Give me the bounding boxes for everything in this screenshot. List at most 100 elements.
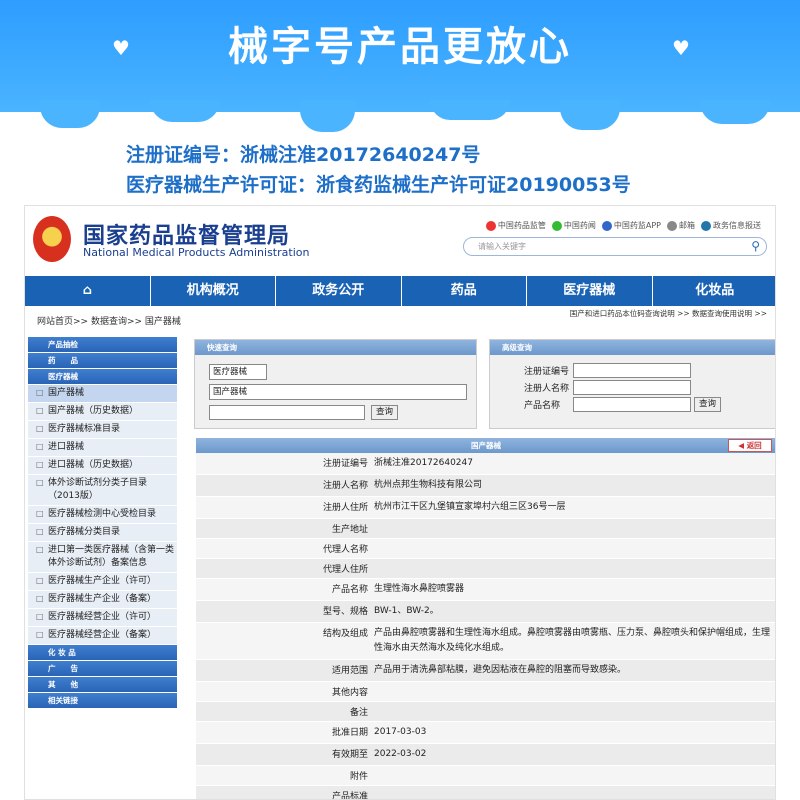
- field-value: 杭州点邦生物科技有限公司: [374, 480, 483, 490]
- sidebar-item[interactable]: 医疗器械经营企业（备案）: [28, 627, 177, 645]
- field-key: 注册证编号: [322, 459, 368, 469]
- sidebar-section[interactable]: 医疗器械: [28, 369, 177, 384]
- query-button[interactable]: 查询: [371, 405, 399, 420]
- keyword-input[interactable]: [209, 405, 365, 420]
- product-name-input[interactable]: [573, 397, 691, 412]
- field-key: 其他内容: [331, 688, 368, 698]
- nav-item[interactable]: 机构概况: [151, 276, 276, 306]
- field-label: 注册证编号: [524, 367, 570, 377]
- field-label: 产品名称: [524, 401, 561, 411]
- table-row: 代理人名称: [196, 539, 775, 559]
- field-value: [370, 682, 775, 701]
- detail-table: 国产器械 ◀ 返回 注册证编号 浙械注准20172640247 注册人名称 杭州点邦生物…: [196, 438, 775, 800]
- field-key: 代理人住所: [322, 565, 368, 575]
- field-value: [370, 702, 775, 721]
- top-link[interactable]: 中国药闻: [551, 220, 596, 231]
- field-key: 代理人名称: [322, 545, 368, 555]
- table-row: 备注: [196, 702, 775, 722]
- sidebar-item[interactable]: 国产器械（历史数据）: [28, 403, 177, 421]
- table-row: 型号、规格 BW-1、BW-2。: [196, 601, 775, 623]
- sidebar-section[interactable]: 药 品: [28, 353, 177, 368]
- sidebar-section[interactable]: 产品抽检: [28, 337, 177, 352]
- field-value: [370, 786, 775, 799]
- site-header: ★ 国家药品监督管理局 National Medical Products Ad…: [25, 206, 775, 276]
- sidebar-item[interactable]: 国产器械: [28, 385, 177, 403]
- field-value: 产品用于清洗鼻部粘膜，避免因粘液在鼻腔的阻塞而导致感染。: [374, 665, 627, 675]
- nav-item[interactable]: 医疗器械: [527, 276, 653, 306]
- top-link[interactable]: 中国药监APP: [601, 220, 661, 231]
- field-key: 附件: [349, 772, 368, 782]
- table-row: 有效期至 2022-03-02: [196, 744, 775, 766]
- registrant-input[interactable]: [573, 380, 691, 395]
- sidebar-item[interactable]: 医疗器械生产企业（备案）: [28, 591, 177, 609]
- quick-search-panel: 快速查询 医疗器械 国产器械 查询: [194, 339, 477, 429]
- sidebar-item[interactable]: 医疗器械生产企业（许可）: [28, 573, 177, 591]
- field-value: [370, 519, 775, 538]
- sidebar-item[interactable]: 医疗器械经营企业（许可）: [28, 609, 177, 627]
- breadcrumb[interactable]: 网站首页>> 数据查询>> 国产器械: [37, 314, 181, 327]
- table-row: 注册证编号 浙械注准20172640247: [196, 453, 775, 475]
- sidebar-item[interactable]: 进口器械（历史数据）: [28, 457, 177, 475]
- sidebar-item[interactable]: 进口第一类医疗器械（含第一类体外诊断试剂）备案信息: [28, 542, 177, 573]
- sidebar-item[interactable]: 医疗器械分类目录: [28, 524, 177, 542]
- field-value: 2022-03-02: [374, 749, 427, 759]
- sidebar-section[interactable]: 化 妆 品: [28, 645, 177, 660]
- registration-number: 注册证编号：浙械注准20172640247号: [126, 144, 481, 166]
- help-links[interactable]: 国产和进口药品本位码查询说明 >> 数据查询使用说明 >>: [570, 308, 767, 319]
- top-link[interactable]: 中国药品监管: [485, 220, 546, 231]
- field-key: 生产地址: [331, 525, 368, 535]
- advanced-search-panel: 高级查询 注册证编号 注册人名称 产品名称 查询: [489, 339, 775, 429]
- field-key: 有效期至: [331, 750, 368, 760]
- sidebar: 产品抽检药 品医疗器械国产器械国产器械（历史数据）医疗器械标准目录进口器械进口器…: [28, 337, 177, 732]
- sidebar-item[interactable]: 体外诊断试剂分类子目录（2013版）: [28, 475, 177, 506]
- table-row: 适用范围 产品用于清洗鼻部粘膜，避免因粘液在鼻腔的阻塞而导致感染。: [196, 660, 775, 682]
- table-row: 附件: [196, 766, 775, 786]
- query-button[interactable]: 查询: [694, 397, 722, 412]
- nav-item[interactable]: 药品: [402, 276, 527, 306]
- sidebar-item[interactable]: 进口器械: [28, 439, 177, 457]
- production-license: 医疗器械生产许可证：浙食药监械生产许可证20190053号: [126, 174, 631, 196]
- banner-title: 械字号产品更放心: [228, 24, 572, 70]
- top-link[interactable]: 政务信息报送: [701, 220, 761, 231]
- field-key: 产品标准: [331, 792, 368, 800]
- table-row: 产品标准: [196, 786, 775, 800]
- field-value: [370, 539, 775, 558]
- field-value: 杭州市江干区九堡镇宣家埠村六组三区36号一层: [374, 502, 566, 512]
- field-value: [370, 766, 775, 785]
- back-button[interactable]: ◀ 返回: [728, 439, 772, 452]
- search-icon[interactable]: ⚲: [751, 239, 760, 253]
- table-row: 结构及组成 产品由鼻腔喷雾器和生理性海水组成。鼻腔喷雾器由喷雾瓶、压力泵、鼻腔喷头…: [196, 623, 775, 660]
- detail-header: 国产器械 ◀ 返回: [196, 438, 775, 453]
- promo-banner: ♥ ♥ 械字号产品更放心 注册证编号：浙械注准20172640247号 医疗器械…: [0, 0, 800, 200]
- sidebar-item[interactable]: 医疗器械检测中心受检目录: [28, 506, 177, 524]
- nav-item[interactable]: 化妆品: [653, 276, 776, 306]
- table-row: 代理人住所: [196, 559, 775, 579]
- field-key: 结构及组成: [322, 629, 368, 639]
- field-key: 适用范围: [331, 666, 368, 676]
- table-row: 注册人名称 杭州点邦生物科技有限公司: [196, 475, 775, 497]
- category-select[interactable]: 医疗器械: [209, 364, 267, 380]
- search-input[interactable]: 请输入关键字 ⚲: [463, 237, 767, 256]
- nav-home[interactable]: ⌂: [25, 276, 151, 306]
- panel-title: 快速查询: [195, 340, 476, 355]
- field-key: 注册人住所: [322, 503, 368, 513]
- reg-no-input[interactable]: [573, 363, 691, 378]
- sidebar-section[interactable]: 其 他: [28, 677, 177, 692]
- field-value: 生理性海水鼻腔喷雾器: [374, 584, 465, 594]
- sidebar-item[interactable]: 医疗器械标准目录: [28, 421, 177, 439]
- field-value: 产品由鼻腔喷雾器和生理性海水组成。鼻腔喷雾器由喷雾瓶、压力泵、鼻腔喷头和保护帽组…: [374, 628, 771, 653]
- sidebar-section[interactable]: 相关链接: [28, 693, 177, 708]
- field-key: 注册人名称: [322, 481, 368, 491]
- table-row: 生产地址: [196, 519, 775, 539]
- nav-item[interactable]: 政务公开: [276, 276, 402, 306]
- top-link[interactable]: 邮箱: [667, 220, 695, 231]
- sidebar-section[interactable]: 广 告: [28, 661, 177, 676]
- field-value: 浙械注准20172640247: [374, 458, 473, 468]
- database-select[interactable]: 国产器械: [209, 384, 467, 400]
- home-icon: ⌂: [82, 283, 92, 298]
- field-key: 批准日期: [331, 728, 368, 738]
- table-row: 批准日期 2017-03-03: [196, 722, 775, 744]
- table-row: 其他内容: [196, 682, 775, 702]
- main-nav: ⌂ 机构概况 政务公开 药品 医疗器械 化妆品: [25, 276, 776, 306]
- field-key: 产品名称: [331, 585, 368, 595]
